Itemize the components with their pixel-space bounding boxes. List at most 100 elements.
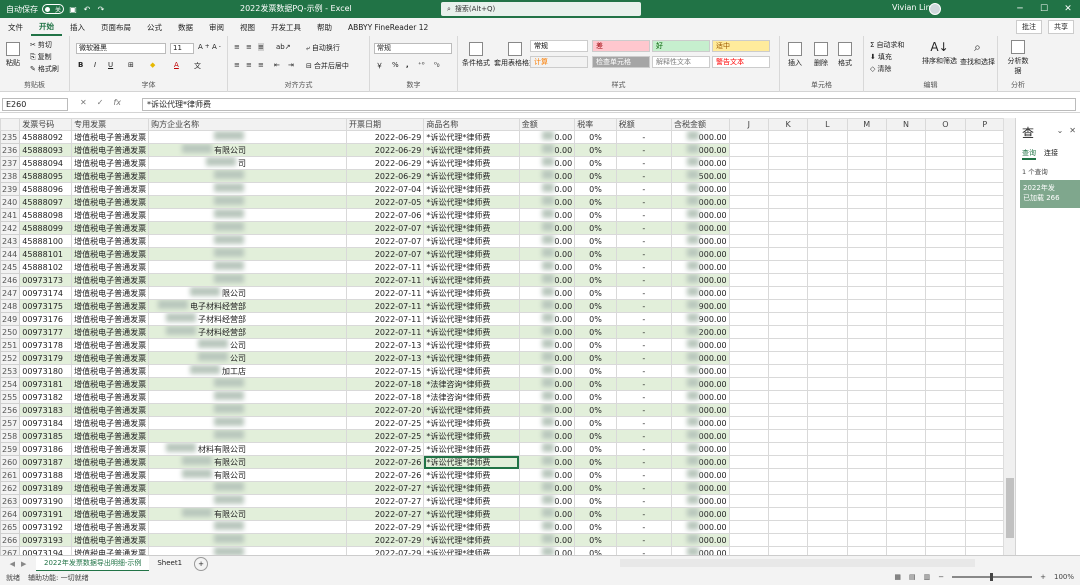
cell-empty[interactable]	[728, 364, 769, 379]
cell-empty[interactable]	[885, 299, 927, 314]
vertical-scrollbar[interactable]	[1003, 118, 1015, 564]
cell-type[interactable]: 增值税电子普通发票	[71, 533, 150, 548]
row-header[interactable]: 264	[0, 507, 21, 522]
cell-empty[interactable]	[964, 286, 1005, 301]
cell-empty[interactable]	[925, 182, 966, 197]
row-header[interactable]: 255	[0, 390, 21, 405]
cell-rate[interactable]: 0%	[574, 247, 617, 262]
cell-empty[interactable]	[807, 351, 848, 366]
cell-type[interactable]: 增值税电子普通发票	[71, 195, 150, 210]
cell-amt[interactable]: 0.00	[518, 533, 576, 548]
cell-empty[interactable]	[885, 260, 927, 275]
cell-empty[interactable]	[807, 377, 848, 392]
cell-empty[interactable]	[767, 364, 809, 379]
cell-empty[interactable]	[885, 156, 927, 171]
cell-buyer[interactable]	[148, 221, 347, 236]
cell-empty[interactable]	[807, 208, 848, 223]
redo-icon[interactable]: ↷	[96, 4, 106, 14]
comment-button[interactable]: 批注	[1016, 20, 1042, 34]
column-header[interactable]: 专用发票	[71, 118, 150, 132]
cell-empty[interactable]	[846, 195, 887, 210]
cell-amt[interactable]: 0.00	[518, 221, 576, 236]
cell-total[interactable]: 000.00	[670, 234, 730, 249]
cell-empty[interactable]	[767, 156, 809, 171]
cell-buyer[interactable]	[148, 182, 347, 197]
insert-button[interactable]: 插入	[788, 42, 802, 68]
cell-empty[interactable]	[964, 494, 1005, 509]
cell-empty[interactable]	[925, 481, 966, 496]
cell-empty[interactable]	[807, 338, 848, 353]
row-header[interactable]: 238	[0, 169, 21, 184]
cell-type[interactable]: 增值税电子普通发票	[71, 221, 150, 236]
cell-empty[interactable]	[728, 195, 769, 210]
cell-total[interactable]: 000.00	[670, 390, 730, 405]
cell-total[interactable]: 200.00	[670, 325, 730, 340]
cell-empty[interactable]	[728, 507, 769, 522]
cell-amt[interactable]: 0.00	[518, 273, 576, 288]
cell-empty[interactable]	[885, 403, 927, 418]
cell-type[interactable]: 增值税电子普通发票	[71, 403, 150, 418]
cell-buyer[interactable]: 公司	[148, 351, 347, 366]
row-header[interactable]: 256	[0, 403, 21, 418]
cell-item[interactable]: *诉讼代理*律师费	[423, 273, 520, 288]
close-icon[interactable]: ✕	[1056, 0, 1080, 18]
cell-total[interactable]: 000.00	[670, 156, 730, 171]
cell-buyer[interactable]	[148, 208, 347, 223]
cell-tax[interactable]: -	[615, 247, 672, 262]
cell-empty[interactable]	[846, 377, 887, 392]
cell-type[interactable]: 增值税电子普通发票	[71, 468, 150, 483]
cell-empty[interactable]	[964, 143, 1005, 158]
zoom-slider[interactable]	[952, 573, 1033, 581]
cell-date[interactable]: 2022-07-15	[345, 364, 425, 379]
row-header[interactable]: 257	[0, 416, 21, 431]
zoom-in-icon[interactable]: +	[1040, 573, 1046, 581]
cell-inv[interactable]: 00973185	[19, 429, 73, 444]
row-header[interactable]: 250	[0, 325, 21, 340]
cell-empty[interactable]	[885, 468, 927, 483]
column-header[interactable]: M	[846, 118, 887, 132]
cell-empty[interactable]	[728, 221, 769, 236]
comma-icon[interactable]: ,	[406, 61, 409, 69]
cell-empty[interactable]	[885, 234, 927, 249]
cell-item[interactable]: *诉讼代理*律师费	[423, 403, 520, 418]
cell-empty[interactable]	[767, 325, 809, 340]
cell-amt[interactable]: 0.00	[518, 494, 576, 509]
tab-2[interactable]: 插入	[62, 18, 93, 36]
cell-date[interactable]: 2022-06-29	[345, 130, 425, 145]
shrink-font-icon[interactable]: A-	[212, 43, 221, 51]
cell-total[interactable]: 000.00	[670, 416, 730, 431]
cell-tax[interactable]: -	[615, 351, 672, 366]
cell-empty[interactable]	[846, 507, 887, 522]
cell-empty[interactable]	[885, 312, 927, 327]
cell-item[interactable]: *诉讼代理*律师费	[423, 208, 520, 223]
cell-amt[interactable]: 0.00	[518, 507, 576, 522]
format-painter-button[interactable]: ✎ 格式刷	[30, 64, 59, 74]
cell-empty[interactable]	[807, 494, 848, 509]
maximize-icon[interactable]: ☐	[1032, 0, 1056, 18]
cell-type[interactable]: 增值税电子普通发票	[71, 364, 150, 379]
cell-empty[interactable]	[925, 143, 966, 158]
cell-total[interactable]: 000.00	[670, 520, 730, 535]
column-header[interactable]: 税额	[615, 118, 672, 132]
cell-empty[interactable]	[964, 403, 1005, 418]
font-color-icon[interactable]: A	[174, 61, 179, 69]
cell-rate[interactable]: 0%	[574, 520, 617, 535]
search-input[interactable]: ⌕ 搜索(Alt+Q)	[441, 2, 641, 16]
cell-rate[interactable]: 0%	[574, 494, 617, 509]
phonetic-icon[interactable]: 文	[194, 61, 201, 71]
undo-icon[interactable]: ↶	[82, 4, 92, 14]
cell-rate[interactable]: 0%	[574, 169, 617, 184]
cell-date[interactable]: 2022-06-29	[345, 169, 425, 184]
cell-empty[interactable]	[807, 390, 848, 405]
cell-tax[interactable]: -	[615, 416, 672, 431]
cell-empty[interactable]	[767, 403, 809, 418]
cell-empty[interactable]	[964, 416, 1005, 431]
cell-empty[interactable]	[767, 481, 809, 496]
fill-button[interactable]: ⬇ 填充	[870, 52, 892, 62]
cell-empty[interactable]	[728, 390, 769, 405]
cell-inv[interactable]: 45888095	[19, 169, 73, 184]
cell-empty[interactable]	[728, 325, 769, 340]
cell-type[interactable]: 增值税电子普通发票	[71, 156, 150, 171]
row-header[interactable]: 243	[0, 234, 21, 249]
cell-empty[interactable]	[964, 481, 1005, 496]
